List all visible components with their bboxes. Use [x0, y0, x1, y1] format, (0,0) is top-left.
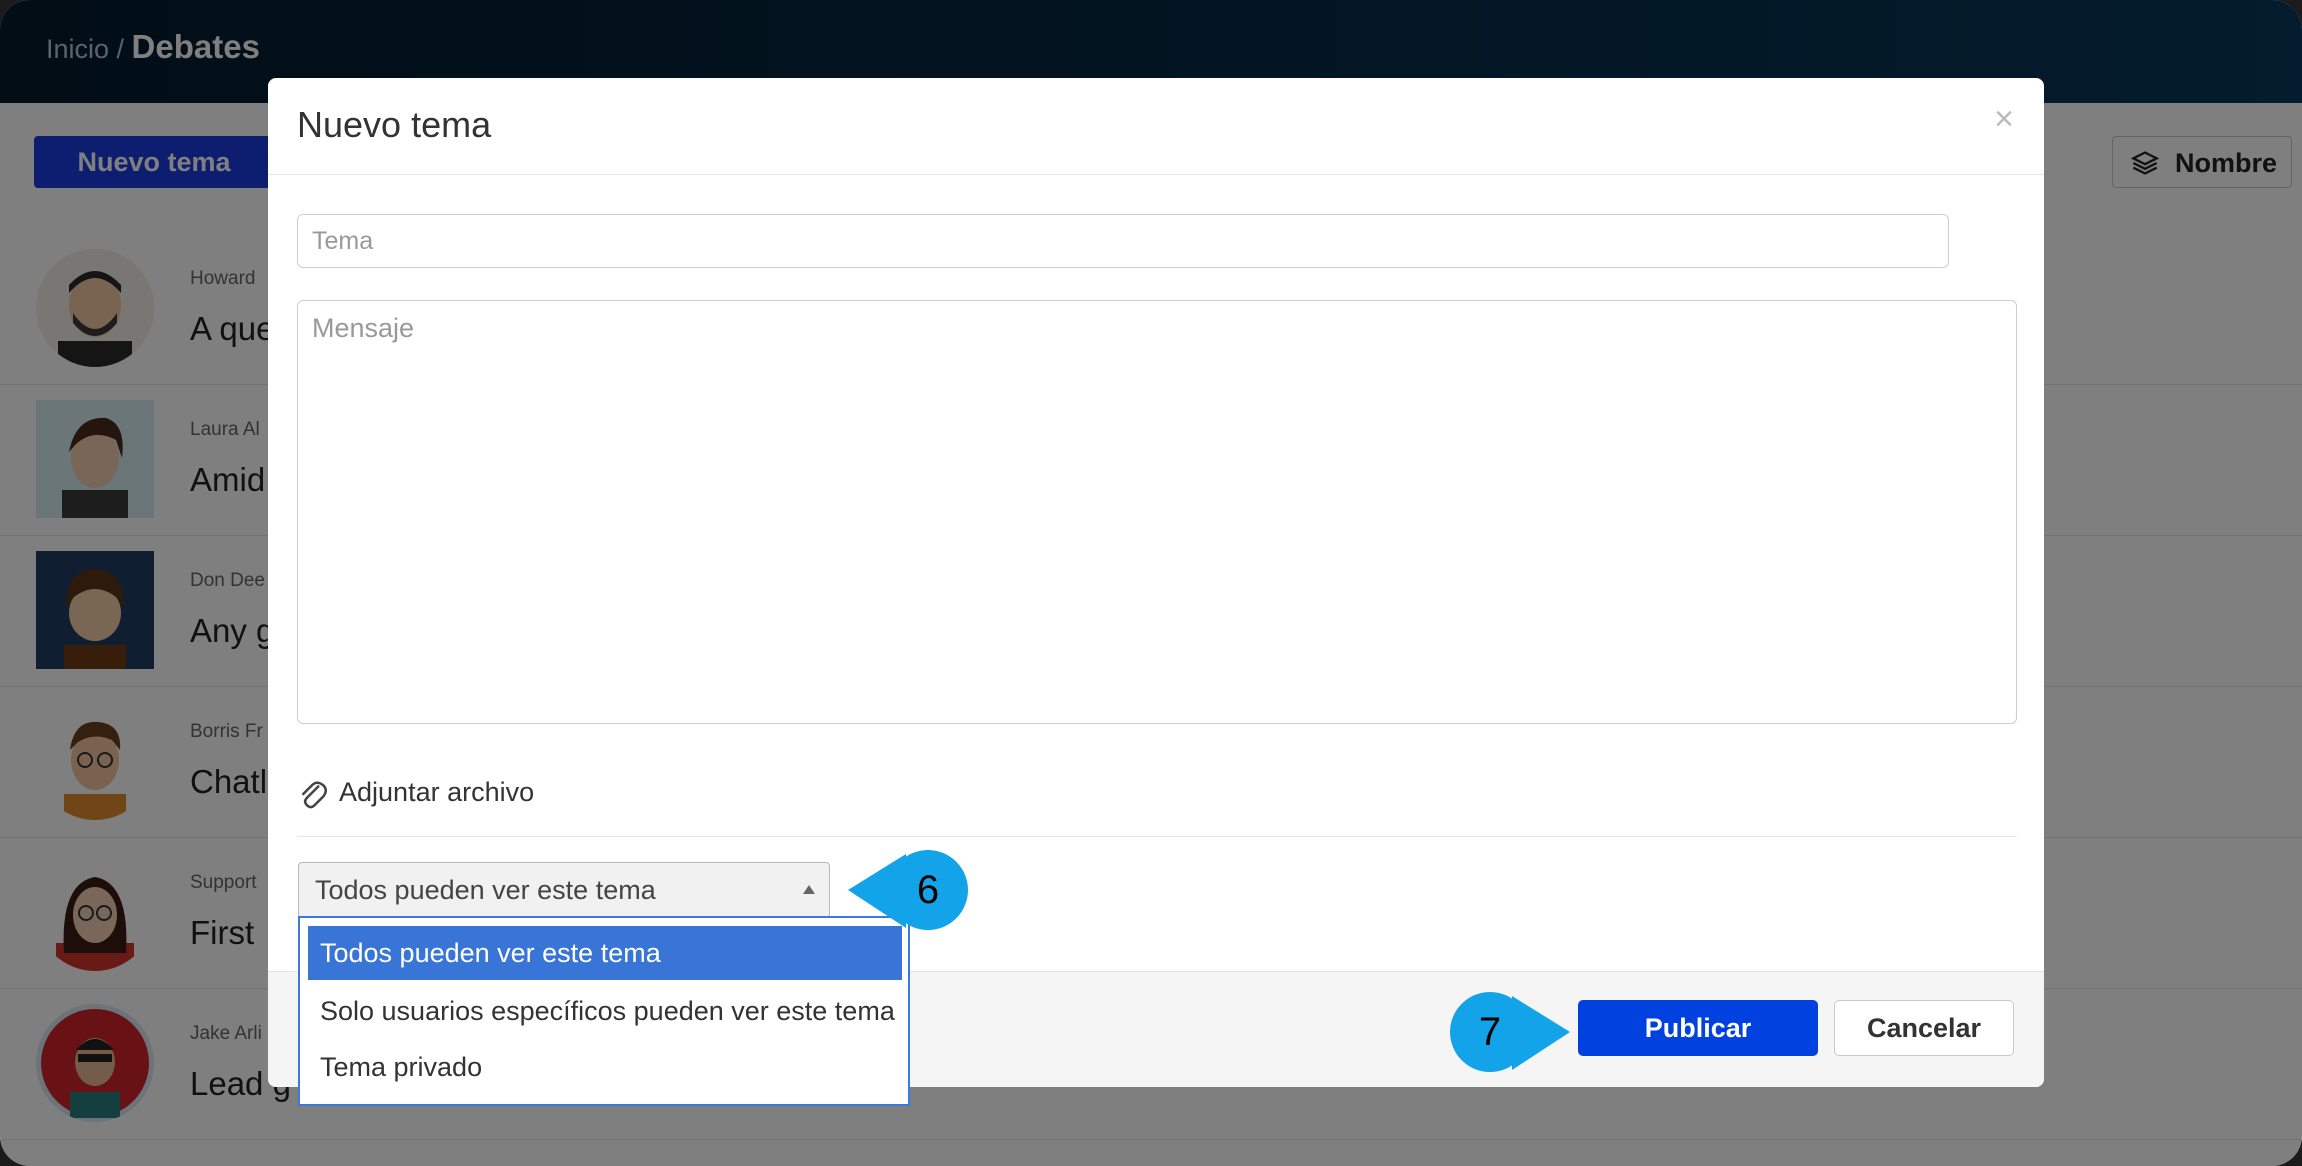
- app-window: Inicio / Debates Nuevo tema Nombre Howar…: [0, 0, 2302, 1166]
- attach-file-label: Adjuntar archivo: [339, 777, 535, 808]
- caret-up-icon: [803, 885, 815, 894]
- close-icon[interactable]: ×: [1994, 100, 2014, 139]
- visibility-select[interactable]: Todos pueden ver este tema: [298, 862, 830, 918]
- divider: [297, 836, 2017, 837]
- modal-header: Nuevo tema ×: [268, 78, 2044, 175]
- subject-input[interactable]: [297, 214, 1949, 268]
- message-textarea[interactable]: [297, 300, 2017, 724]
- visibility-option-specific-users[interactable]: Solo usuarios específicos pueden ver est…: [308, 984, 902, 1038]
- step-callout-7-number: 7: [1479, 1010, 1501, 1054]
- visibility-option-private[interactable]: Tema privado: [308, 1040, 902, 1094]
- visibility-selected-value: Todos pueden ver este tema: [315, 875, 656, 905]
- visibility-option-everyone[interactable]: Todos pueden ver este tema: [308, 926, 902, 980]
- step-callout-7: 7: [1450, 992, 1570, 1072]
- publish-button[interactable]: Publicar: [1578, 1000, 1818, 1056]
- step-callout-6: 6: [848, 850, 968, 930]
- step-callout-6-number: 6: [917, 868, 939, 912]
- attach-file-link[interactable]: Adjuntar archivo: [297, 776, 534, 812]
- cancel-button[interactable]: Cancelar: [1834, 1000, 2014, 1056]
- paperclip-icon: [302, 781, 327, 809]
- modal-title: Nuevo tema: [297, 104, 492, 145]
- visibility-dropdown: Todos pueden ver este tema Solo usuarios…: [298, 916, 910, 1106]
